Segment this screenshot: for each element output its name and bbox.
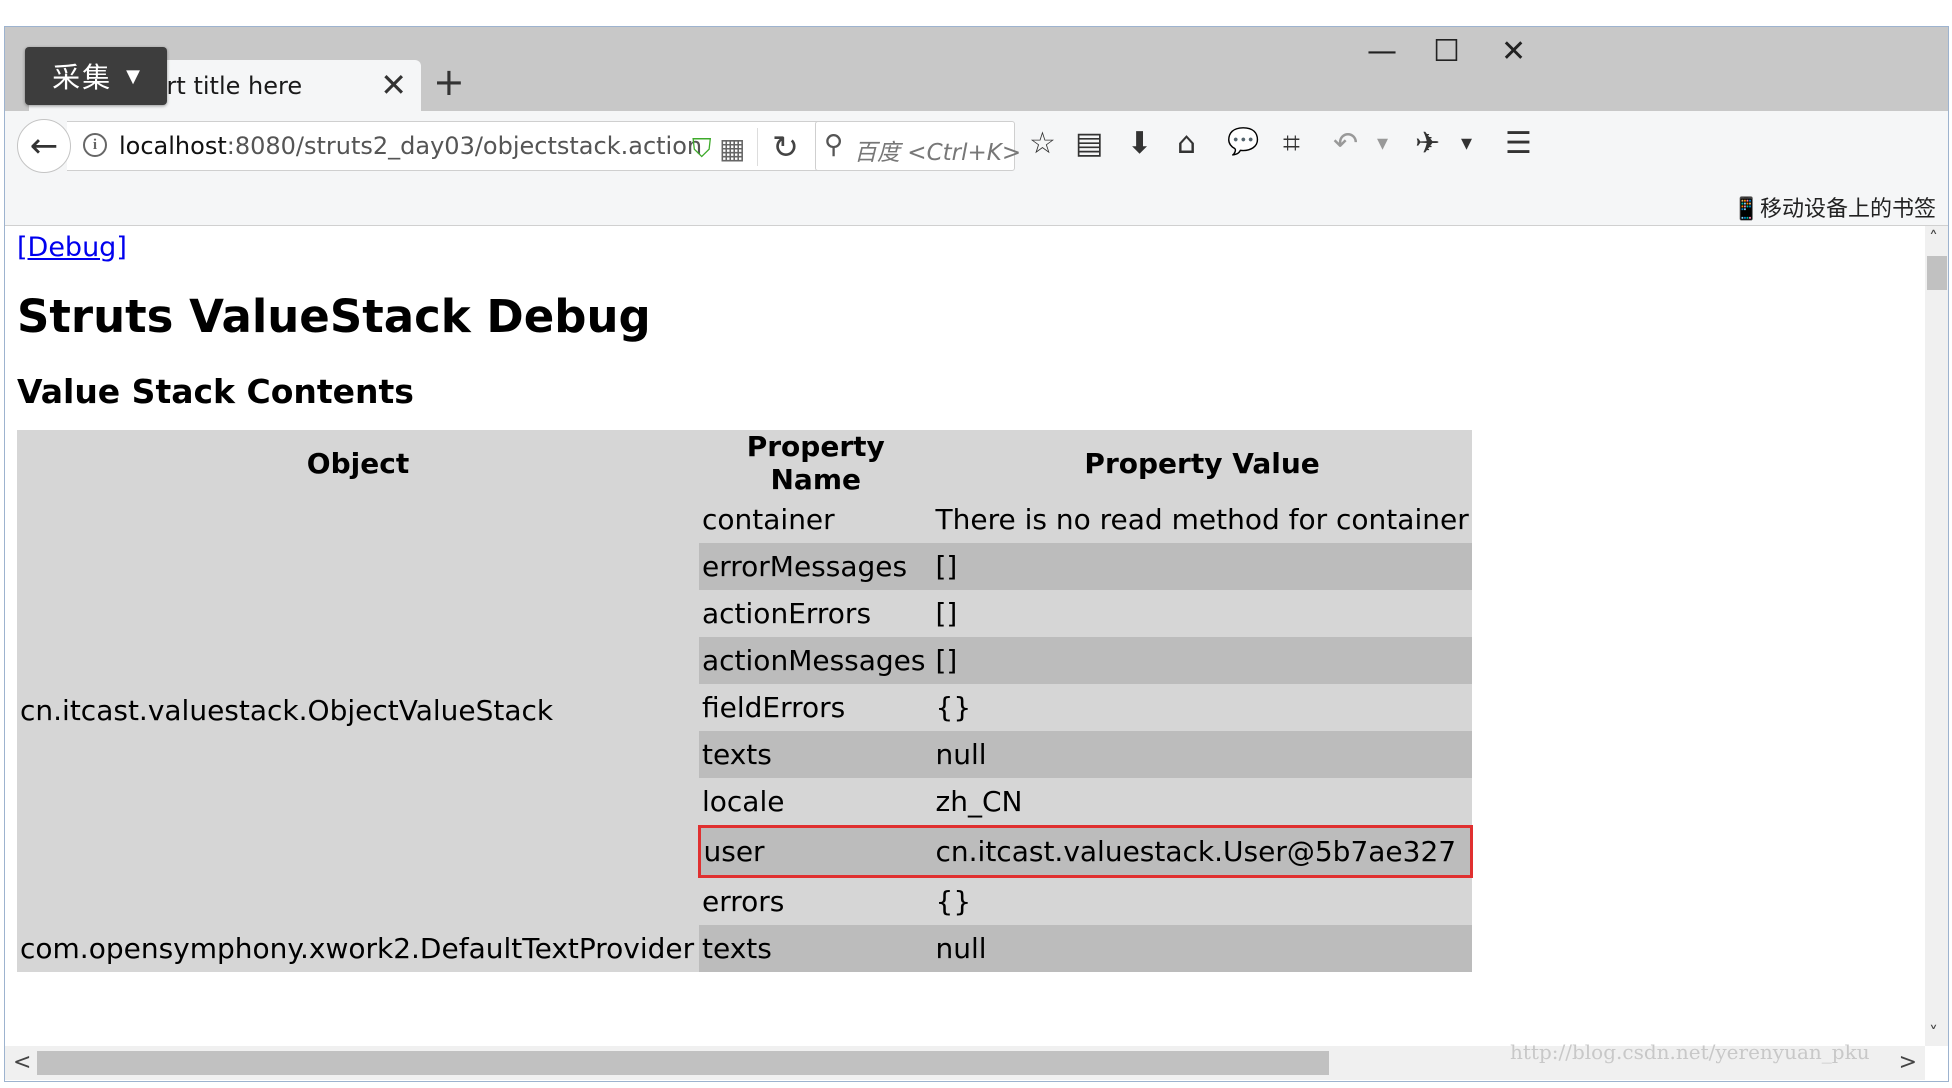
maximize-button[interactable]: ☐ [1433, 37, 1460, 67]
table-row: com.opensymphony.xwork2.DefaultTextProvi… [17, 925, 1472, 972]
table-header-row: Object Property Name Property Value [17, 430, 1472, 496]
object-cell: cn.itcast.valuestack.ObjectValueStack [17, 496, 699, 925]
chevron-down-icon: ▼ [126, 65, 140, 87]
capture-button-label: 采集 [52, 61, 113, 94]
crop-icon[interactable]: ⌗ [1283, 129, 1300, 159]
vertical-scrollbar[interactable]: ˄ ˅ [1925, 226, 1948, 1046]
watermark: http://blog.csdn.net/yerenyuan_pku [1510, 1040, 1870, 1064]
property-name: texts [699, 925, 933, 972]
url-path: :8080/struts2_day03/objectstack.action [226, 132, 703, 160]
close-tab-icon[interactable]: ✕ [380, 66, 407, 104]
property-value: [] [932, 637, 1472, 684]
back-arrow-icon: ← [29, 126, 59, 166]
property-value: {} [932, 684, 1472, 731]
vertical-scroll-thumb[interactable] [1927, 256, 1947, 290]
property-value: {} [932, 876, 1472, 925]
scroll-up-icon[interactable]: ˄ [1929, 228, 1938, 249]
url-host: localhost [119, 132, 227, 160]
property-value: cn.itcast.valuestack.User@5b7ae327 [932, 825, 1474, 878]
property-value: null [932, 925, 1472, 972]
shield-icon[interactable]: ⛉ [692, 134, 712, 165]
new-tab-button[interactable]: + [433, 63, 465, 101]
section-title: Value Stack Contents [17, 372, 414, 411]
capture-button[interactable]: 采集 ▼ [25, 47, 167, 105]
object-cell: com.opensymphony.xwork2.DefaultTextProvi… [17, 925, 699, 972]
undo-dropdown-icon[interactable]: ▾ [1377, 133, 1388, 155]
property-value: zh_CN [932, 778, 1472, 827]
property-name: locale [699, 778, 933, 827]
header-object: Object [17, 430, 699, 496]
undo-icon[interactable]: ↶ [1333, 129, 1358, 159]
search-placeholder: 百度 <Ctrl+K> [854, 140, 1022, 166]
property-name: actionMessages [699, 637, 933, 684]
property-value: null [932, 731, 1472, 778]
property-name: texts [699, 731, 933, 778]
home-icon[interactable]: ⌂ [1177, 129, 1196, 159]
mobile-bookmarks-link[interactable]: 📱移动设备上的书签 [1733, 191, 1936, 223]
minimize-button[interactable]: — [1367, 37, 1397, 67]
property-value: There is no read method for container [932, 496, 1472, 543]
scroll-right-icon[interactable]: > [1899, 1050, 1917, 1075]
horizontal-scroll-thumb[interactable] [37, 1051, 1329, 1075]
qr-code-icon[interactable]: ▦ [719, 132, 745, 165]
page-content: [Debug] Struts ValueStack Debug Value St… [5, 226, 1925, 1046]
navigation-toolbar: i localhost:8080/struts2_day03/objectsta… [5, 111, 1948, 187]
property-value: [] [932, 590, 1472, 637]
reading-list-icon[interactable]: ▤ [1075, 129, 1103, 159]
chat-icon[interactable]: 💬 [1227, 129, 1259, 155]
property-name: errors [699, 876, 933, 925]
download-icon[interactable]: ⬇ [1127, 129, 1152, 159]
back-button[interactable]: ← [17, 119, 71, 173]
menu-icon[interactable]: ☰ [1505, 129, 1532, 159]
url-text[interactable]: localhost:8080/struts2_day03/objectstack… [119, 132, 702, 160]
bug-dropdown-icon[interactable]: ▾ [1461, 133, 1472, 155]
reload-icon[interactable]: ↻ [757, 128, 799, 166]
value-stack-table: Object Property Name Property Value cn.i… [17, 430, 1474, 972]
info-icon[interactable]: i [83, 133, 107, 157]
tab-strip: 采集 ▼ Insert title here ✕ + — ☐ ✕ [5, 27, 1948, 111]
header-property-name: Property Name [699, 430, 933, 496]
bug-icon[interactable]: ✈ [1415, 129, 1440, 159]
scroll-down-icon[interactable]: ˅ [1929, 1023, 1938, 1044]
header-property-value: Property Value [932, 430, 1472, 496]
bookmarks-toolbar: 📱移动设备上的书签 [5, 187, 1948, 226]
scroll-left-icon[interactable]: < [13, 1050, 31, 1075]
property-name: actionErrors [699, 590, 933, 637]
debug-link[interactable]: [Debug] [17, 232, 127, 263]
page-title: Struts ValueStack Debug [17, 290, 651, 343]
table-row: cn.itcast.valuestack.ObjectValueStack co… [17, 496, 1472, 925]
browser-window: 采集 ▼ Insert title here ✕ + — ☐ ✕ i local… [4, 26, 1949, 1082]
search-icon: ⚲ [824, 130, 844, 160]
property-name: container [699, 496, 933, 543]
search-box[interactable]: ⚲ 百度 <Ctrl+K> [815, 121, 1021, 171]
property-name: user [697, 825, 933, 878]
property-value: [] [932, 543, 1472, 590]
star-icon[interactable]: ☆ [1029, 129, 1056, 159]
property-name: fieldErrors [699, 684, 933, 731]
close-window-button[interactable]: ✕ [1501, 37, 1526, 67]
property-name: errorMessages [699, 543, 933, 590]
